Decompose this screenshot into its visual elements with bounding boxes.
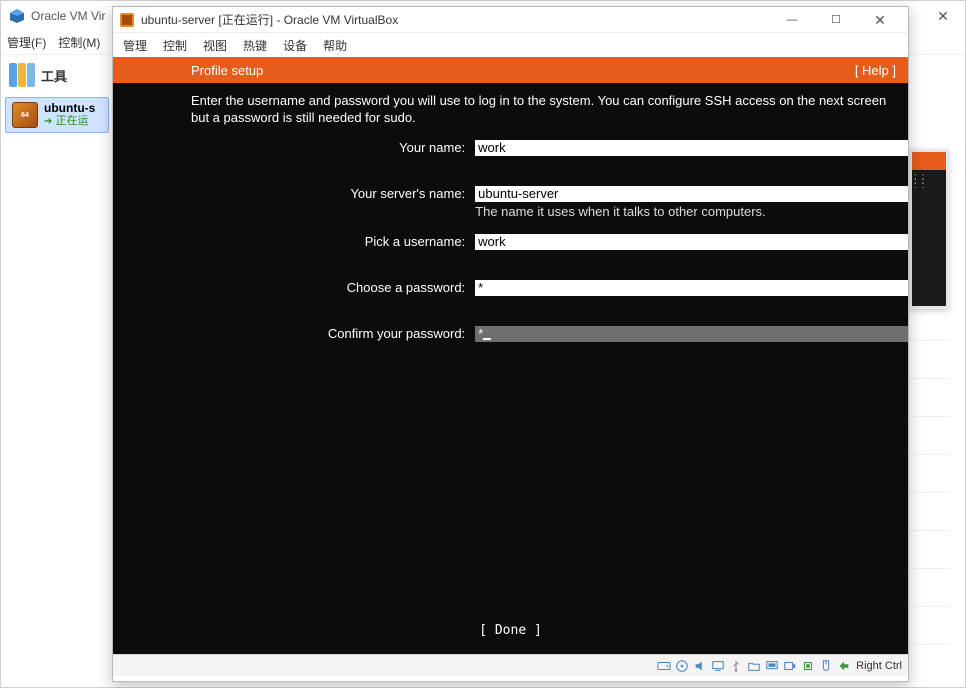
done-button[interactable]: [ Done ]: [113, 623, 908, 638]
usb-icon[interactable]: [728, 658, 743, 673]
tools-icon: [9, 63, 35, 87]
input-password[interactable]: *: [475, 280, 908, 296]
installer-header: Profile setup [ Help ]: [113, 57, 908, 83]
recording-icon[interactable]: [782, 658, 797, 673]
close-button[interactable]: ✕: [858, 7, 902, 33]
label-server-name: Your server's name:: [113, 186, 475, 202]
manager-sidebar: 工具 64 ubuntu-s ➔ 正在运: [1, 55, 113, 133]
manager-close-button[interactable]: ✕: [921, 1, 965, 31]
minimize-button[interactable]: —: [770, 7, 814, 33]
label-password: Choose a password:: [113, 280, 475, 296]
running-arrow-icon: ➔: [44, 116, 52, 127]
vm-menu-hotkeys[interactable]: 热键: [243, 37, 267, 54]
vm-menubar: 管理 控制 视图 热键 设备 帮助: [113, 33, 908, 57]
vm-os-icon: 64: [12, 102, 38, 128]
vm-menu-control[interactable]: 控制: [163, 37, 187, 54]
input-confirm-password[interactable]: *: [475, 326, 908, 342]
vm-menu-help[interactable]: 帮助: [323, 37, 347, 54]
virtualbox-logo-icon: [9, 8, 25, 24]
sidebar-vm-entry[interactable]: 64 ubuntu-s ➔ 正在运: [5, 97, 109, 133]
label-your-name: Your name:: [113, 140, 475, 156]
harddisk-icon[interactable]: [656, 658, 671, 673]
vm-status-text: 正在运: [55, 115, 88, 127]
guest-console[interactable]: Profile setup [ Help ] Enter the usernam…: [113, 57, 908, 654]
vm-titlebar[interactable]: ubuntu-server [正在运行] - Oracle VM Virtual…: [113, 7, 908, 33]
host-key-label: Right Ctrl: [854, 660, 902, 672]
installer-help-button[interactable]: [ Help ]: [855, 63, 896, 78]
shared-folder-icon[interactable]: [746, 658, 761, 673]
vm-window-title: ubuntu-server [正在运行] - Oracle VM Virtual…: [141, 11, 398, 28]
audio-icon[interactable]: [692, 658, 707, 673]
installer-instruction: Enter the username and password you will…: [113, 83, 908, 126]
tools-label: 工具: [41, 66, 67, 85]
input-username[interactable]: work: [475, 234, 908, 250]
processor-icon[interactable]: [800, 658, 815, 673]
manager-title: Oracle VM Vir: [31, 9, 105, 23]
display-icon[interactable]: [764, 658, 779, 673]
label-confirm-password: Confirm your password:: [113, 326, 475, 342]
label-username: Pick a username:: [113, 234, 475, 250]
hint-server-name: The name it uses when it talks to other …: [475, 203, 908, 220]
vm-running-window: ubuntu-server [正在运行] - Oracle VM Virtual…: [112, 6, 909, 682]
mouse-integration-icon[interactable]: [818, 658, 833, 673]
profile-form: Your name: work Your server's name: ubun…: [113, 140, 908, 342]
maximize-button[interactable]: ☐: [814, 7, 858, 33]
host-key-arrow-icon: [836, 658, 851, 673]
virtualbox-app-icon: [119, 12, 135, 28]
vm-menu-manage[interactable]: 管理: [123, 37, 147, 54]
text-cursor: [483, 338, 491, 340]
optical-icon[interactable]: [674, 658, 689, 673]
input-server-name[interactable]: ubuntu-server: [475, 186, 908, 202]
vm-preview-thumbnail: : :: :: :: [909, 149, 949, 309]
network-icon[interactable]: [710, 658, 725, 673]
installer-title: Profile setup: [191, 63, 263, 78]
sidebar-tools[interactable]: 工具: [1, 55, 113, 97]
vm-status-bar: Right Ctrl: [113, 654, 908, 676]
vm-menu-devices[interactable]: 设备: [283, 37, 307, 54]
input-your-name[interactable]: work: [475, 140, 908, 156]
menu-control[interactable]: 控制(M): [58, 34, 100, 51]
vm-name: ubuntu-s: [44, 102, 95, 115]
menu-file[interactable]: 管理(F): [7, 34, 46, 51]
vm-menu-view[interactable]: 视图: [203, 37, 227, 54]
